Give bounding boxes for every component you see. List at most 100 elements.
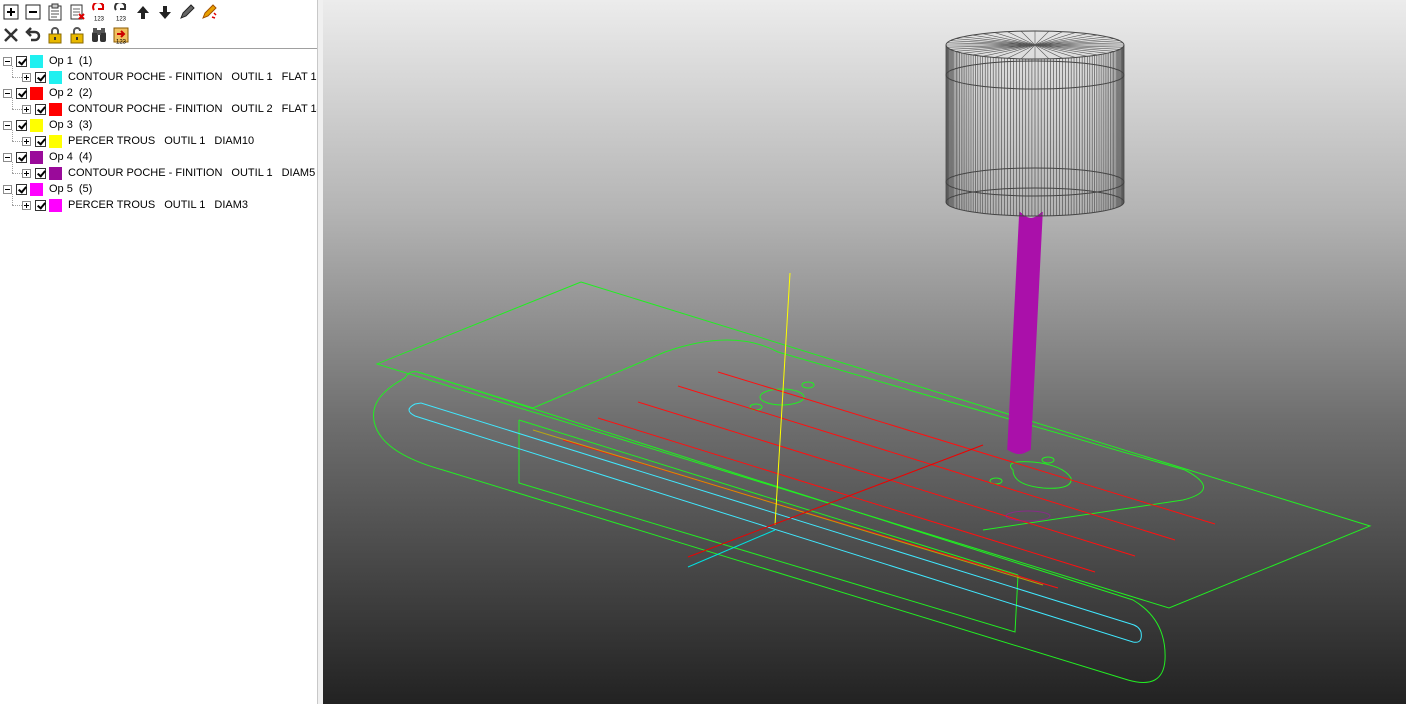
slot-body-edge <box>417 371 534 409</box>
op-label: Op 1 <box>49 55 73 67</box>
op-checkbox[interactable] <box>16 183 27 195</box>
item-color-swatch <box>49 166 62 180</box>
op-count: (1) <box>78 55 93 67</box>
expand-toggle[interactable] <box>22 200 31 210</box>
stock-wireframe <box>373 281 1372 683</box>
item-label: PERCER TROUS OUTIL 1 DIAM10 <box>68 135 263 147</box>
holder-top-fan-line <box>982 33 1036 46</box>
item-label: PERCER TROUS OUTIL 1 DIAM3 <box>68 199 257 211</box>
move-up-button[interactable] <box>132 1 154 23</box>
unlock-button[interactable] <box>66 24 88 46</box>
item-label-part: PERCER TROUS <box>68 199 156 211</box>
op-color-swatch <box>30 182 43 196</box>
expand-toggle[interactable] <box>22 104 31 114</box>
collapse-all-button[interactable] <box>22 1 44 23</box>
collapse-toggle[interactable] <box>3 88 12 98</box>
item-label-part: CONTOUR POCHE - FINITION <box>68 103 223 115</box>
op-count: (3) <box>78 119 93 131</box>
operations-tree[interactable]: Op 1 (1) CONTOUR POCHE - FINITION OUTIL 1 FL… <box>0 48 332 705</box>
reorder-number-button[interactable]: 123 <box>110 1 132 23</box>
lock-closed-icon <box>48 27 62 44</box>
keyhole-outline <box>1010 461 1072 489</box>
close-icon <box>4 28 18 42</box>
op-checkbox[interactable] <box>16 87 27 99</box>
toolpath-yellow <box>532 429 1044 586</box>
tree-connector <box>12 162 13 173</box>
tree-item-row[interactable]: CONTOUR POCHE - FINITION OUTIL 2 FLAT 14M <box>22 101 341 117</box>
item-checkbox[interactable] <box>35 71 46 83</box>
tree-op-row[interactable]: Op 1 (1) <box>3 53 92 69</box>
item-label-part: DIAM5 <box>281 167 316 179</box>
op-checkbox[interactable] <box>16 119 27 131</box>
paste-button[interactable] <box>44 1 66 23</box>
expand-toggle[interactable] <box>22 168 31 178</box>
expand-toggle[interactable] <box>22 136 31 146</box>
op-color-swatch <box>30 86 43 100</box>
op-color-swatch <box>30 118 43 132</box>
delete-operation-button[interactable] <box>66 1 88 23</box>
item-checkbox[interactable] <box>35 135 46 147</box>
renumber-button-label: 123 <box>94 17 105 22</box>
tree-connector <box>12 77 22 78</box>
toolpath-red-1 <box>717 371 1216 525</box>
reorder-number-button-label: 123 <box>116 17 127 22</box>
minus-box-icon <box>25 4 41 20</box>
move-down-button[interactable] <box>154 1 176 23</box>
op-checkbox[interactable] <box>16 151 27 163</box>
3d-viewport[interactable] <box>323 0 1406 704</box>
op-count: (4) <box>78 151 93 163</box>
renumber-icon: 123 <box>92 3 105 22</box>
item-label-part: CONTOUR POCHE - FINITION <box>68 71 223 83</box>
tree-connector <box>12 98 13 109</box>
toolpaths <box>408 371 1216 643</box>
collapse-toggle[interactable] <box>3 56 12 66</box>
holder-top-fan-line <box>982 44 1036 57</box>
edit-button[interactable] <box>176 1 198 23</box>
toolbar-row-2: 123 <box>0 24 132 46</box>
tree-op-row[interactable]: Op 2 (2) <box>3 85 92 101</box>
tree-item-row[interactable]: PERCER TROUS OUTIL 1 DIAM3 <box>22 197 257 213</box>
reorder-icon: 123 <box>114 3 127 22</box>
tree-item-row[interactable]: CONTOUR POCHE - FINITION OUTIL 1 FLAT 16M <box>22 69 341 85</box>
hole-small-1 <box>801 381 815 389</box>
op-count: (5) <box>78 183 93 195</box>
magic-pencil-icon <box>202 4 217 19</box>
expand-all-button[interactable] <box>0 1 22 23</box>
tree-op-row[interactable]: Op 4 (4) <box>3 149 92 165</box>
op-label: Op 3 <box>49 119 73 131</box>
renumber-button[interactable]: 123 <box>88 1 110 23</box>
axis-y <box>687 529 776 568</box>
tree-item-row[interactable]: PERCER TROUS OUTIL 1 DIAM10 <box>22 133 263 149</box>
expand-toggle[interactable] <box>22 72 31 82</box>
undo-button[interactable] <box>22 24 44 46</box>
tree-item-row[interactable]: CONTOUR POCHE - FINITION OUTIL 1 DIAM5 <box>22 165 324 181</box>
delete-button[interactable] <box>0 24 22 46</box>
lock-button[interactable] <box>44 24 66 46</box>
clipboard-icon <box>48 3 62 21</box>
tree-connector <box>12 66 13 77</box>
collapse-toggle[interactable] <box>3 184 12 194</box>
operations-panel: 123 123 123 Op 1 (1) CONTOUR POCHE - FINITI… <box>0 0 332 705</box>
binoculars-icon <box>92 28 106 42</box>
find-button[interactable] <box>88 24 110 46</box>
calculate-button[interactable] <box>198 1 220 23</box>
tool-tip-marker <box>1005 510 1051 522</box>
holder-top-fan-line <box>1034 33 1088 46</box>
tree-op-row[interactable]: Op 5 (5) <box>3 181 92 197</box>
collapse-toggle[interactable] <box>3 152 12 162</box>
slot-inner-edge <box>518 419 1019 576</box>
tree-op-row[interactable]: Op 3 (3) <box>3 117 92 133</box>
item-checkbox[interactable] <box>35 167 46 179</box>
op-checkbox[interactable] <box>16 55 27 67</box>
arrow-down-icon <box>159 6 171 19</box>
item-label: CONTOUR POCHE - FINITION OUTIL 2 FLAT 14M <box>68 103 341 115</box>
item-label-part: OUTIL 1 <box>231 167 273 179</box>
item-label-part: DIAM3 <box>214 199 248 211</box>
collapse-toggle[interactable] <box>3 120 12 130</box>
item-checkbox[interactable] <box>35 199 46 211</box>
op-label: Op 2 <box>49 87 73 99</box>
document-delete-icon <box>70 4 85 20</box>
pencil-icon <box>180 4 195 19</box>
item-checkbox[interactable] <box>35 103 46 115</box>
export-numbered-button[interactable]: 123 <box>110 24 132 46</box>
